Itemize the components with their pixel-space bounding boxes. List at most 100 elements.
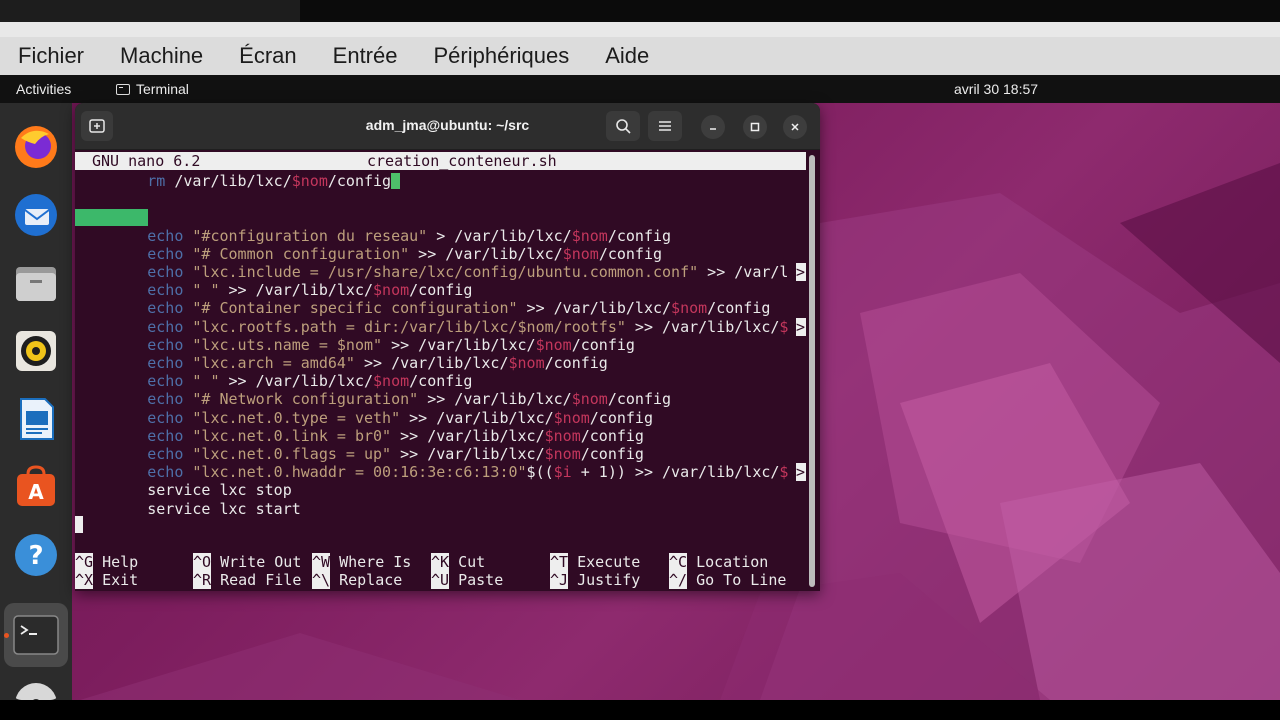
menu-aide[interactable]: Aide xyxy=(587,43,667,69)
code-line: echo "lxc.arch = amd64" >> /var/lib/lxc/… xyxy=(75,354,608,372)
code-token: /config xyxy=(571,335,635,354)
code-token: /var/lib/lxc/ xyxy=(165,172,292,190)
code-line: echo "lxc.rootfs.path = dir:/var/lib/lxc… xyxy=(75,318,788,336)
shortcut-key: ^W xyxy=(312,553,331,571)
host-titlebar xyxy=(0,0,1280,22)
code-token: /config xyxy=(598,244,663,263)
code-token: echo xyxy=(147,226,184,245)
code-token: echo xyxy=(147,354,184,372)
line-overflow-marker: > xyxy=(796,263,806,281)
code-token: echo xyxy=(147,390,184,409)
code-token: $nom xyxy=(535,335,572,354)
code-line: echo "#configuration du reseau" > /var/l… xyxy=(75,227,671,245)
code-line: echo "lxc.net.0.type = veth" >> /var/lib… xyxy=(75,409,653,427)
activities-button[interactable]: Activities xyxy=(16,81,71,97)
code-token: "lxc.net.0.hwaddr = 00:16:3e:c6:13:0" xyxy=(192,463,527,482)
shortcut-label: Go To Line xyxy=(687,571,787,590)
code-token: "# Common configuration" xyxy=(192,244,410,263)
firefox-icon xyxy=(15,126,57,168)
code-token: >> /var/lib/lxc/ xyxy=(625,317,780,336)
code-token: "lxc.uts.name = $nom" xyxy=(192,335,383,354)
menu-machine[interactable]: Machine xyxy=(102,43,221,69)
code-token: >> /var/lib/lxc/ xyxy=(400,408,554,427)
menu-button[interactable] xyxy=(648,111,682,141)
code-token: + 1)) >> /var/lib/lxc/ xyxy=(571,463,780,482)
nano-editor[interactable]: GNU nano 6.2 creation_conteneur.sh rm /v… xyxy=(75,152,806,591)
code-token: /config xyxy=(580,426,644,445)
code-token: "lxc.include = /usr/share/lxc/config/ubu… xyxy=(192,263,699,281)
shortcut-item: ^/ Go To Line xyxy=(669,571,787,590)
clock[interactable]: avril 30 18:57 xyxy=(954,81,1038,97)
shortcut-item: ^R Read File xyxy=(193,571,301,590)
bottom-letterbox xyxy=(0,700,1280,720)
code-token: /config xyxy=(409,281,473,300)
line-overflow-marker: > xyxy=(796,463,806,482)
shortcut-key: ^G xyxy=(75,553,94,571)
shortcut-label: Write Out xyxy=(211,553,302,571)
code-token: echo xyxy=(147,408,184,427)
dock-help[interactable]: ? xyxy=(12,531,60,579)
code-token: >> /var/lib/lxc/ xyxy=(391,445,545,463)
code-token: "# Container specific configuration" xyxy=(192,299,518,318)
menu-ecran[interactable]: Écran xyxy=(221,43,314,69)
code-token: /config xyxy=(589,408,653,427)
menu-peripheriques[interactable]: Périphériques xyxy=(415,43,587,69)
shortcut-label: Help xyxy=(93,553,139,571)
code-token: >> /var/lib/lxc/ xyxy=(219,372,374,391)
code-line: echo "# Common configuration" >> /var/li… xyxy=(75,245,662,263)
dock-thunderbird[interactable] xyxy=(12,191,60,239)
terminal-window[interactable]: adm_jma@ubuntu: ~/src GNU nano 6.2 creat… xyxy=(75,103,820,591)
code-token: >> /var/lib/lxc/ xyxy=(391,426,545,445)
code-token: /config xyxy=(409,372,473,391)
code-token: service lxc start xyxy=(75,499,301,518)
dock-firefox[interactable] xyxy=(12,123,60,171)
code-token: >> /var/lib/lxc/ xyxy=(219,281,374,300)
dock-terminal[interactable] xyxy=(4,603,68,667)
code-token: $nom xyxy=(571,390,608,409)
code-token: $nom xyxy=(553,408,590,427)
shortcut-item: ^X Exit xyxy=(75,571,139,590)
rhythmbox-icon xyxy=(16,331,56,371)
virtualbox-menubar: Fichier Machine Écran Entrée Périphériqu… xyxy=(0,37,1280,75)
gnome-top-bar: Activities Terminal avril 30 18:57 xyxy=(0,75,1280,103)
minimize-icon xyxy=(710,128,716,130)
close-button[interactable] xyxy=(783,115,807,139)
code-token: $nom xyxy=(373,281,410,300)
selection-highlight xyxy=(75,209,148,226)
app-indicator[interactable]: Terminal xyxy=(116,81,189,97)
shortcut-label: Exit xyxy=(93,571,139,590)
search-button[interactable] xyxy=(606,111,640,141)
code-token: "lxc.net.0.flags = up" xyxy=(192,445,392,463)
dock-app-center[interactable]: A xyxy=(12,463,60,511)
code-token: >> /var/l xyxy=(698,263,789,281)
shortcut-key: ^K xyxy=(431,553,450,571)
code-token: /config xyxy=(580,445,644,463)
code-line: echo " " >> /var/lib/lxc/$nom/config xyxy=(75,372,472,390)
dock-rhythmbox[interactable] xyxy=(12,327,60,375)
dock-disc[interactable] xyxy=(12,681,60,700)
minimize-button[interactable] xyxy=(701,115,725,139)
nano-filename: creation_conteneur.sh xyxy=(367,152,557,170)
code-token: >> /var/lib/lxc/ xyxy=(418,390,572,409)
maximize-button[interactable] xyxy=(743,115,767,139)
code-line: rm /var/lib/lxc/$nom/config xyxy=(75,172,401,190)
nano-version: GNU nano 6.2 xyxy=(92,152,201,170)
code-line: echo "lxc.include = /usr/share/lxc/confi… xyxy=(75,263,788,281)
code-token: $nom xyxy=(544,445,581,463)
scrollbar[interactable] xyxy=(809,155,815,587)
code-token: service lxc stop xyxy=(75,481,292,500)
shortcut-item: ^W Where Is xyxy=(312,553,411,571)
code-token: echo xyxy=(147,335,184,354)
menu-entree[interactable]: Entrée xyxy=(315,43,416,69)
shortcut-label: Cut xyxy=(449,553,486,571)
code-line: service lxc stop xyxy=(75,481,292,499)
dock-writer[interactable] xyxy=(12,395,60,443)
dock-files[interactable] xyxy=(12,259,60,307)
menu-fichier[interactable]: Fichier xyxy=(0,43,102,69)
code-token: >> /var/lib/lxc/ xyxy=(517,299,672,318)
